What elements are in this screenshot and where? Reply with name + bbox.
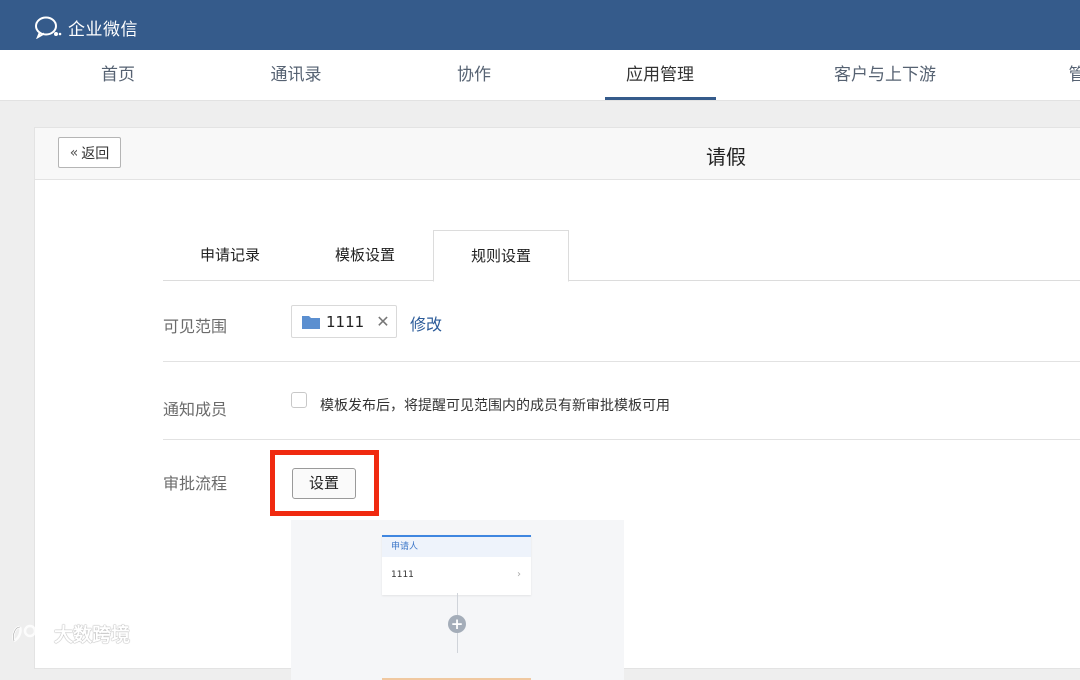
content-panel: « 返回 请假 申请记录 模板设置 规则设置 可见范围 1111 ✕ 修改 通知… (34, 127, 1080, 669)
watermark-logo-icon (10, 621, 48, 647)
nav-active-indicator (605, 97, 716, 100)
applicant-node-value: 1111 (391, 570, 414, 580)
app-logo[interactable]: 企业微信 (34, 15, 138, 39)
nav-item-customers[interactable]: 客户与上下游 (834, 50, 936, 100)
tab-application-records[interactable]: 申请记录 (163, 230, 297, 280)
nav-item-contacts[interactable]: 通讯录 (271, 50, 322, 100)
back-button[interactable]: « 返回 (58, 137, 121, 168)
notify-checkbox-text[interactable]: 模板发布后，将提醒可见范围内的成员有新审批模板可用 (320, 395, 670, 415)
row-divider (163, 439, 1080, 440)
tabs-divider (163, 280, 1080, 281)
nav-item-app-management[interactable]: 应用管理 (626, 50, 694, 100)
nav-item-collaboration[interactable]: 协作 (457, 50, 491, 100)
approval-flow-preview: 申请人 1111 › + (291, 520, 624, 680)
nav-item-home[interactable]: 首页 (101, 50, 135, 100)
modify-scope-link[interactable]: 修改 (410, 311, 442, 335)
panel-header: « 返回 请假 (35, 128, 1080, 180)
approval-flow-label: 审批流程 (163, 470, 227, 494)
row-divider (163, 361, 1080, 362)
remove-icon[interactable]: ✕ (376, 312, 389, 331)
add-node-icon[interactable]: + (448, 615, 466, 633)
applicant-node-card[interactable]: 申请人 1111 › (382, 535, 531, 595)
watermark-text: 大数跨境 (54, 620, 130, 647)
chevron-right-icon: › (517, 557, 521, 593)
tab-template-settings[interactable]: 模板设置 (297, 230, 433, 280)
notify-checkbox[interactable] (291, 392, 307, 408)
notify-members-label: 通知成员 (163, 396, 227, 420)
double-chevron-left-icon: « (70, 145, 79, 161)
applicant-node-body: 1111 › (382, 557, 531, 593)
visible-scope-label: 可见范围 (163, 313, 227, 337)
folder-icon (302, 315, 320, 329)
app-name: 企业微信 (68, 15, 138, 40)
main-nav: 首页 通讯录 协作 应用管理 客户与上下游 管 (0, 50, 1080, 101)
applicant-node-title: 申请人 (382, 537, 531, 557)
watermark: 大数跨境 (10, 620, 130, 647)
scope-chip: 1111 ✕ (291, 305, 397, 338)
wecom-logo-icon (34, 15, 62, 39)
scope-chip-label: 1111 (326, 313, 364, 331)
highlight-annotation-box (270, 450, 379, 516)
top-bar: 企业微信 (0, 0, 1080, 50)
nav-item-management[interactable]: 管 (1069, 50, 1080, 100)
back-button-label: 返回 (81, 143, 109, 163)
tab-rule-settings[interactable]: 规则设置 (433, 230, 569, 282)
page-title: 请假 (706, 141, 746, 170)
